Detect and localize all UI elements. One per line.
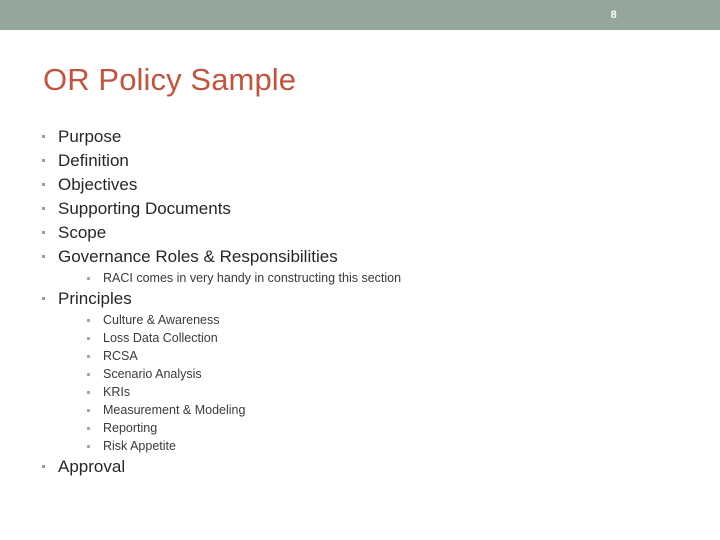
list-item: Culture & Awareness [85, 311, 680, 329]
bullet-square-icon [87, 355, 90, 358]
bullet-square-icon [87, 391, 90, 394]
list-item: Measurement & Modeling [85, 401, 680, 419]
list-item: RCSA [85, 347, 680, 365]
bullet-square-icon [42, 159, 45, 162]
page-title: OR Policy Sample [43, 62, 297, 97]
list-item: Loss Data Collection [85, 329, 680, 347]
list-item-label: Definition [58, 151, 129, 170]
bullet-square-icon [87, 445, 90, 448]
list-item: Approval [40, 455, 680, 479]
list-item-label: Scenario Analysis [103, 367, 202, 381]
bullet-square-icon [42, 183, 45, 186]
list-item-label: KRIs [103, 385, 131, 399]
bullet-square-icon [42, 207, 45, 210]
list-item-label: Scope [58, 223, 107, 242]
bullet-square-icon [87, 373, 90, 376]
bullet-square-icon [42, 255, 45, 258]
list-item-label: Objectives [58, 175, 138, 194]
bullet-square-icon [87, 277, 90, 280]
list-item-label: Supporting Documents [58, 199, 231, 218]
list-item: Purpose [40, 125, 680, 149]
list-item-label: Approval [58, 457, 126, 476]
list-item-label: RCSA [103, 349, 138, 363]
list-item: Scope [40, 221, 680, 245]
list-item-label: Reporting [103, 421, 158, 435]
bullet-square-icon [87, 409, 90, 412]
page-number: 8 [610, 9, 617, 21]
list-item: Scenario Analysis [85, 365, 680, 383]
outline-list-level-2-governance: RACI comes in very handy in constructing… [85, 269, 680, 287]
bullet-square-icon [42, 135, 45, 138]
list-item: KRIs [85, 383, 680, 401]
bullet-square-icon [42, 231, 45, 234]
bullet-square-icon [87, 319, 90, 322]
list-item: Risk Appetite [85, 437, 680, 455]
list-item: Definition [40, 149, 680, 173]
list-item: Objectives [40, 173, 680, 197]
list-item: Reporting [85, 419, 680, 437]
outline-list-level-1: Purpose Definition Objectives Supporting… [40, 125, 680, 269]
list-item: Governance Roles & Responsibilities [40, 245, 680, 269]
list-item: Supporting Documents [40, 197, 680, 221]
list-item: RACI comes in very handy in constructing… [85, 269, 680, 287]
bullet-square-icon [87, 427, 90, 430]
list-item-label: Principles [58, 289, 132, 308]
list-item-label: Culture & Awareness [103, 313, 220, 327]
bullet-square-icon [42, 465, 45, 468]
outline-content: Purpose Definition Objectives Supporting… [40, 125, 680, 479]
list-item-label: Governance Roles & Responsibilities [58, 247, 338, 266]
outline-list-level-2-principles: Culture & Awareness Loss Data Collection… [85, 311, 680, 455]
slide: 8 OR Policy Sample Purpose Definition Ob… [0, 0, 720, 540]
outline-list-level-1-principles: Principles [40, 287, 680, 311]
bullet-square-icon [42, 297, 45, 300]
list-item-label: Loss Data Collection [103, 331, 218, 345]
list-item-label: RACI comes in very handy in constructing… [103, 271, 402, 285]
bullet-square-icon [87, 337, 90, 340]
list-item-label: Measurement & Modeling [103, 403, 246, 417]
outline-list-level-1-approval: Approval [40, 455, 680, 479]
list-item: Principles [40, 287, 680, 311]
list-item-label: Purpose [58, 127, 122, 146]
list-item-label: Risk Appetite [103, 439, 176, 453]
